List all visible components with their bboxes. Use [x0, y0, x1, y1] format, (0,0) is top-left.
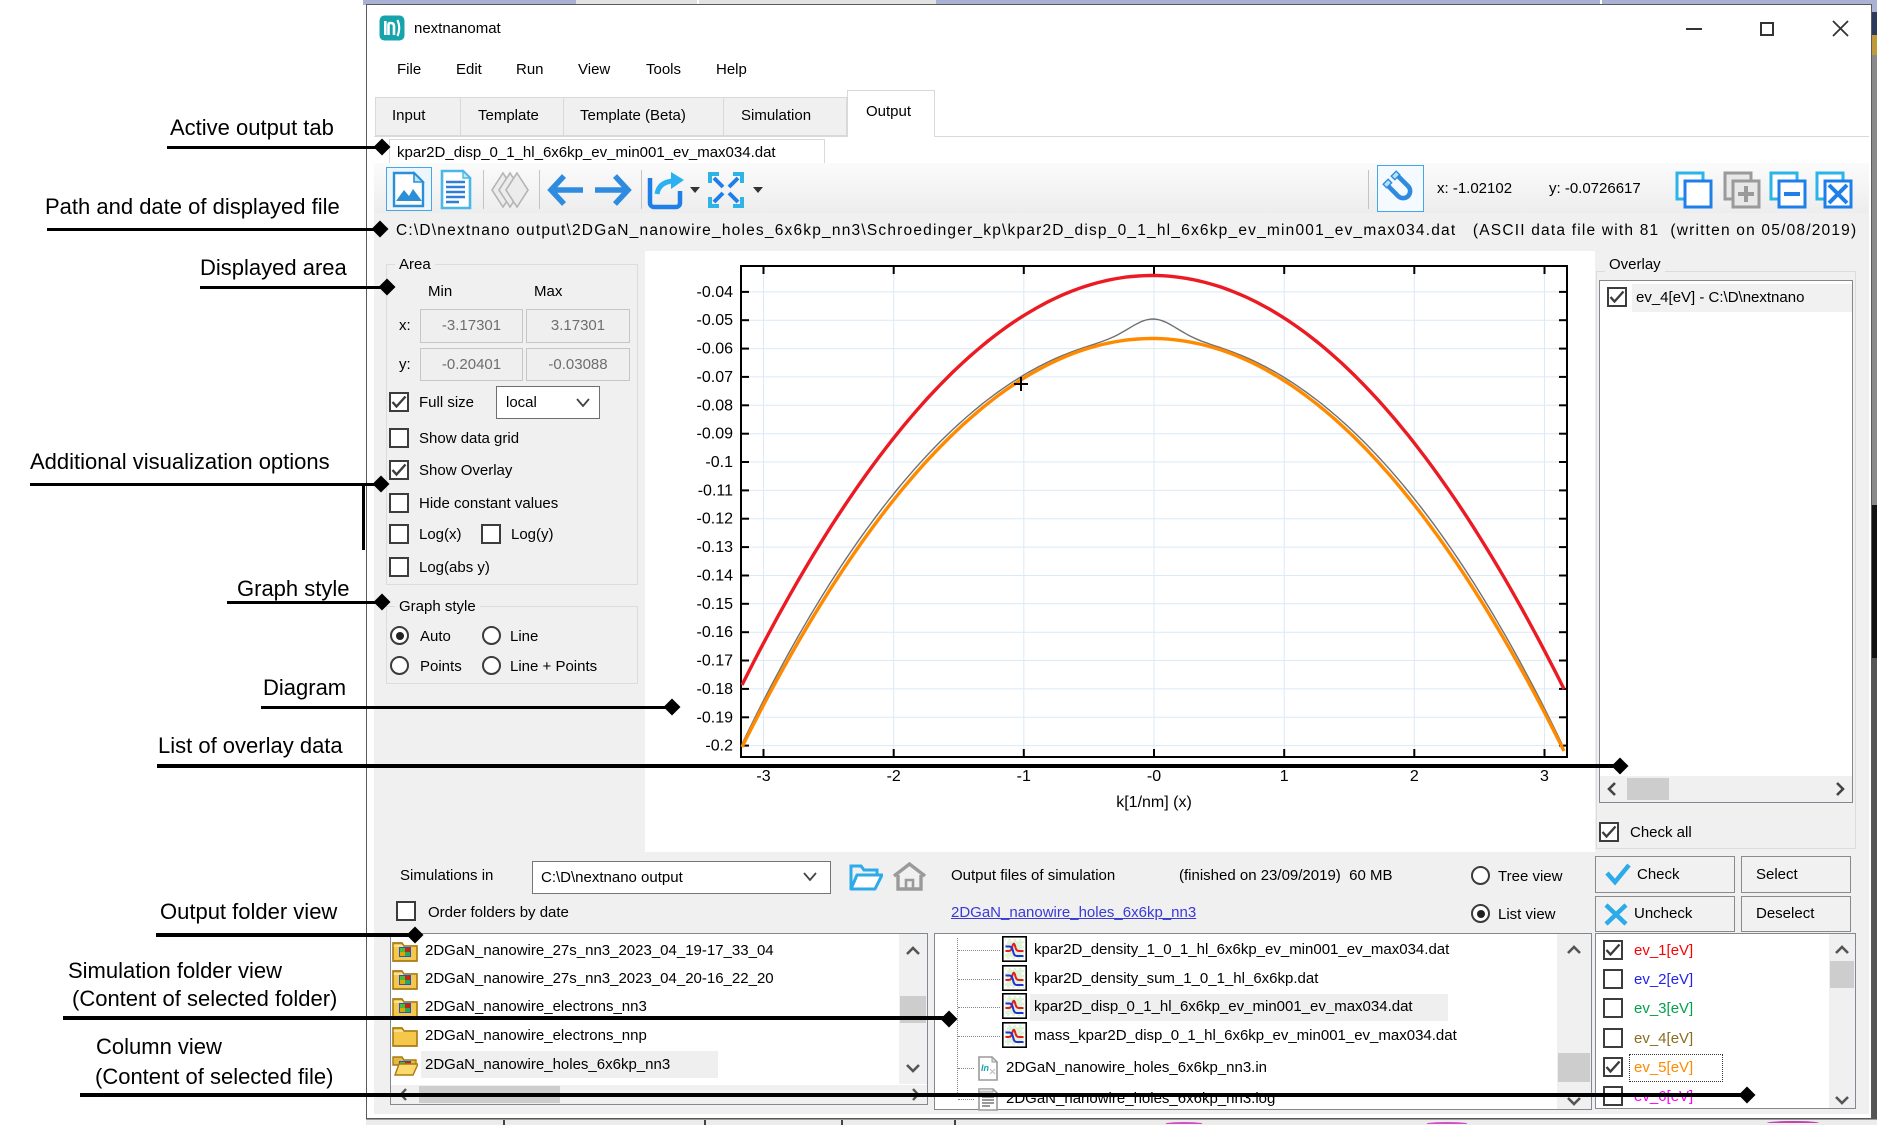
svg-text:-0.05: -0.05 [697, 312, 734, 329]
svg-text:-0.06: -0.06 [697, 341, 734, 358]
svg-text:1: 1 [1280, 768, 1289, 785]
svg-text:2: 2 [1410, 768, 1419, 785]
svg-text:-0.08: -0.08 [697, 397, 734, 414]
svg-text:-0.16: -0.16 [697, 624, 734, 641]
svg-text:-0.09: -0.09 [697, 426, 734, 443]
svg-text:-0.17: -0.17 [697, 653, 734, 670]
svg-text:-0.07: -0.07 [697, 369, 734, 386]
svg-text:-2: -2 [887, 768, 901, 785]
svg-text:-0.19: -0.19 [697, 709, 734, 726]
svg-text:-0.15: -0.15 [697, 596, 734, 613]
svg-text:-0.18: -0.18 [697, 681, 734, 698]
svg-text:-0: -0 [1147, 768, 1161, 785]
svg-text:-0.04: -0.04 [697, 284, 734, 301]
svg-text:-3: -3 [756, 768, 770, 785]
svg-text:-0.12: -0.12 [697, 511, 734, 528]
svg-text:k[1/nm] (x): k[1/nm] (x) [1116, 794, 1192, 811]
svg-text:-0.14: -0.14 [697, 568, 734, 585]
svg-text:-0.11: -0.11 [698, 482, 733, 499]
svg-text:In: In [981, 1063, 990, 1073]
svg-text:-0.1: -0.1 [705, 454, 733, 471]
svg-text:3: 3 [1540, 768, 1549, 785]
svg-text:-0.13: -0.13 [697, 539, 734, 556]
svg-text:-0.2: -0.2 [705, 738, 733, 755]
svg-text:-1: -1 [1017, 768, 1031, 785]
